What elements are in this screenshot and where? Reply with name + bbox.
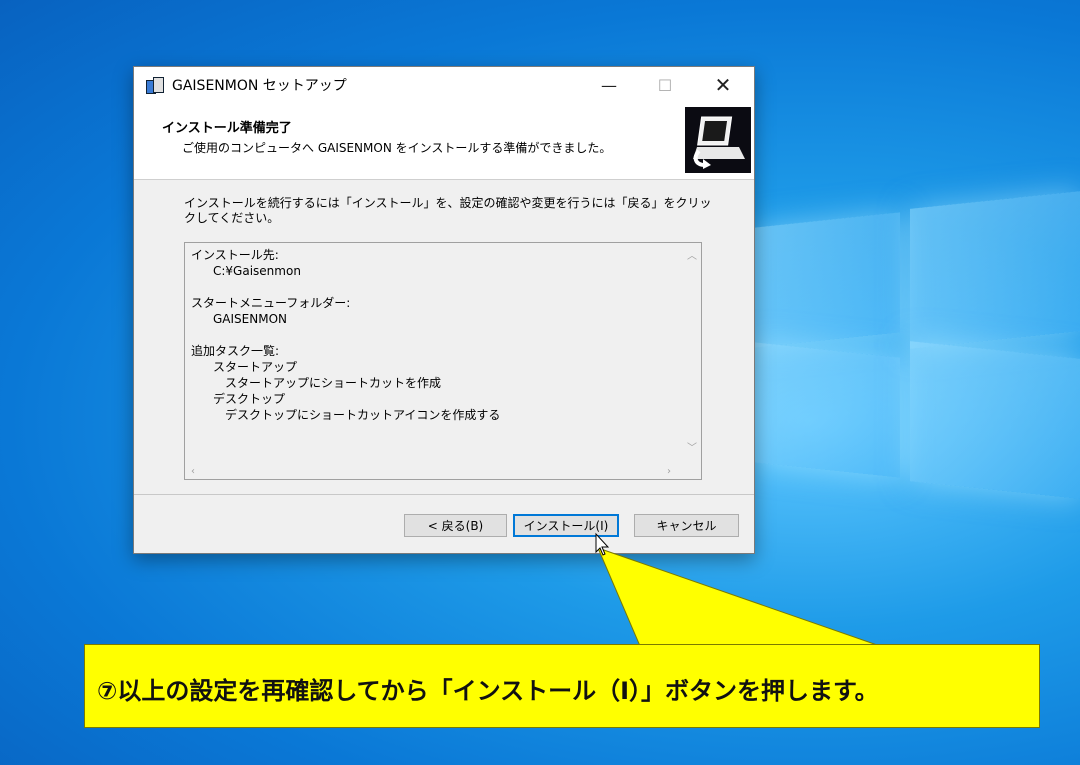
- instruction-text: インストールを続行するには「インストール」を、設定の確認や変更を行うには「戻る」…: [184, 196, 712, 225]
- windows-logo-wallpaper: [700, 191, 1080, 499]
- back-button[interactable]: < 戻る(B): [404, 514, 507, 537]
- horizontal-scrollbar[interactable]: ‹ ›: [185, 462, 684, 479]
- install-button[interactable]: インストール(I): [513, 514, 619, 537]
- tasks-label: 追加タスク一覧:: [191, 344, 280, 358]
- wizard-header: インストール準備完了 ご使用のコンピュータへ GAISENMON をインストール…: [134, 103, 754, 180]
- computer-install-icon: [685, 107, 751, 173]
- setup-dialog: GAISENMON セットアップ — ☐ ✕ インストール準備完了 ご使用のコン…: [133, 66, 755, 554]
- title-bar[interactable]: GAISENMON セットアップ — ☐ ✕: [134, 67, 754, 103]
- install-dir-value: C:¥Gaisenmon: [213, 264, 301, 278]
- page-title: インストール準備完了: [162, 121, 292, 136]
- install-dir-label: インストール先:: [191, 248, 279, 262]
- minimize-button[interactable]: —: [586, 67, 632, 103]
- instruction-callout: ⑦以上の設定を再確認してから「インストール（I）」ボタンを押します。: [84, 644, 1040, 728]
- vertical-scrollbar[interactable]: ︿ ﹀: [684, 243, 701, 462]
- memo-content: インストール先: C:¥Gaisenmon スタートメニューフォルダー: GAI…: [191, 247, 681, 423]
- close-button[interactable]: ✕: [700, 67, 746, 103]
- scroll-left-icon[interactable]: ‹: [191, 466, 195, 477]
- page-subtitle: ご使用のコンピュータへ GAISENMON をインストールする準備ができました。: [182, 141, 612, 155]
- task-item-desktop: デスクトップにショートカットアイコンを作成する: [225, 408, 501, 422]
- task-group-startup: スタートアップ: [213, 360, 298, 374]
- window-title: GAISENMON セットアップ: [172, 78, 347, 94]
- scroll-right-icon[interactable]: ›: [667, 466, 671, 477]
- start-menu-label: スタートメニューフォルダー:: [191, 296, 351, 310]
- task-group-desktop: デスクトップ: [213, 392, 286, 406]
- setup-app-icon: [146, 76, 164, 94]
- ready-memo-box[interactable]: インストール先: C:¥Gaisenmon スタートメニューフォルダー: GAI…: [184, 242, 702, 480]
- callout-text: ⑦以上の設定を再確認してから「インストール（I）」ボタンを押します。: [97, 677, 879, 705]
- maximize-button[interactable]: ☐: [642, 67, 688, 103]
- scroll-up-icon[interactable]: ︿: [687, 247, 697, 262]
- cancel-button[interactable]: キャンセル: [634, 514, 739, 537]
- start-menu-value: GAISENMON: [213, 312, 287, 326]
- scroll-down-icon[interactable]: ﹀: [687, 439, 697, 454]
- footer-divider: [134, 494, 754, 495]
- wizard-body: インストールを続行するには「インストール」を、設定の確認や変更を行うには「戻る」…: [134, 180, 754, 480]
- task-item-startup: スタートアップにショートカットを作成: [225, 376, 442, 390]
